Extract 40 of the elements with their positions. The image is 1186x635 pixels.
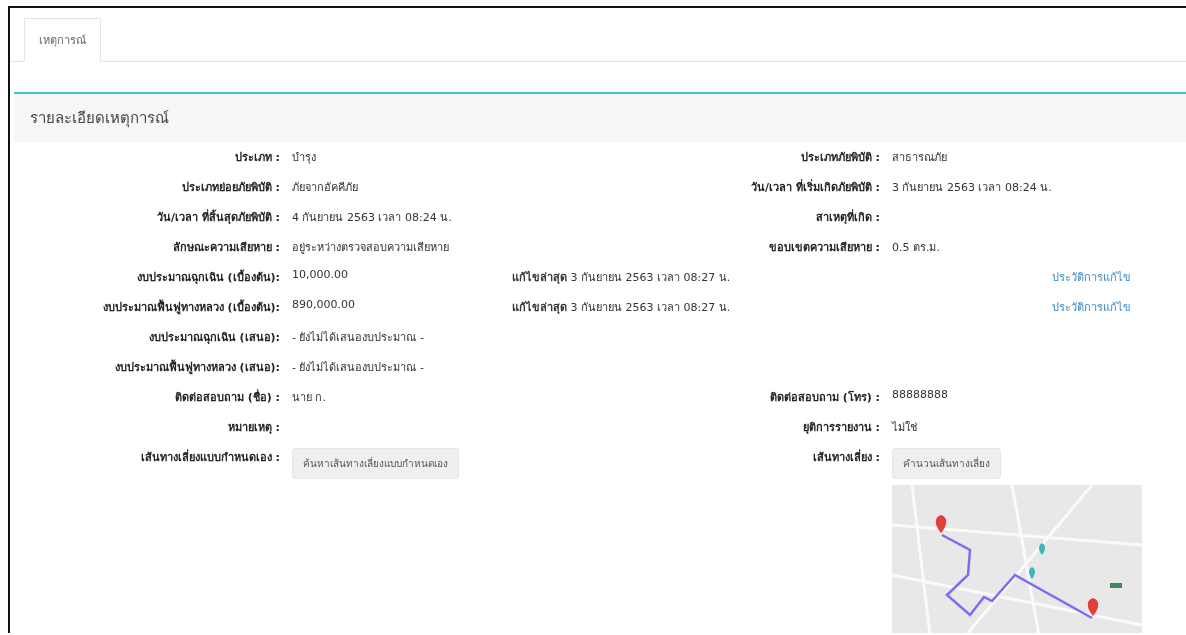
field-label: งบประมาณฉุกเฉิน (เบื้องต้น): <box>136 271 280 284</box>
field-value: ภัยจากอัคคีภัย <box>292 181 358 194</box>
field-value: ไม่ใช่ <box>892 421 917 434</box>
field-value: - ยังไม่ได้เสนองบประมาณ - <box>292 361 424 374</box>
field-value: บำรุง <box>292 151 316 164</box>
field-value: - ยังไม่ได้เสนองบประมาณ - <box>292 331 424 344</box>
calculate-route-button[interactable]: คำนวนเส้นทางเลี่ยง <box>892 448 1001 479</box>
field-label: เส้นทางเลี่ยง : <box>812 451 880 464</box>
field-label: ประเภท : <box>234 151 280 164</box>
field-label: งบประมาณฉุกเฉิน (เสนอ): <box>148 331 280 344</box>
panel-title: รายละเอียดเหตุการณ์ <box>30 109 169 127</box>
field-value: 3 กันยายน 2563 เวลา 08:24 น. <box>892 181 1052 194</box>
field-label: หมายเหตุ : <box>227 421 280 434</box>
last-edited-text: แก้ไขล่าสุด 3 กันยายน 2563 เวลา 08:27 น. <box>512 271 731 284</box>
field-value: 88888888 <box>892 388 948 401</box>
field-label: เส้นทางเลี่ยงแบบกำหนดเอง : <box>140 451 280 464</box>
field-label: ติดต่อสอบถาม (ชื่อ) : <box>174 391 280 404</box>
custom-route-button[interactable]: ค้นหาเส้นทางเลี่ยงแบบกำหนดเอง <box>292 448 459 479</box>
field-label: วัน/เวลา ที่เริ่มเกิดภัยพิบัติ : <box>750 181 880 194</box>
field-label: ลักษณะความเสียหาย : <box>172 241 280 254</box>
edit-history-link[interactable]: ประวัติการแก้ไข <box>1052 301 1131 314</box>
field-label: วัน/เวลา ที่สิ้นสุดภัยพิบัติ : <box>156 211 280 224</box>
field-value: สาธารณภัย <box>892 151 947 164</box>
field-label: สาเหตุที่เกิด : <box>815 211 880 224</box>
field-label: งบประมาณฟื้นฟูทางหลวง (เสนอ): <box>114 361 280 374</box>
field-label: ขอบเขตความเสียหาย : <box>768 241 880 254</box>
field-value: 10,000.00 <box>292 268 348 281</box>
field-label: ประเภทย่อยภัยพิบัติ : <box>181 181 280 194</box>
field-label: ติดต่อสอบถาม (โทร) : <box>769 391 880 404</box>
field-value: 0.5 ตร.ม. <box>892 241 940 254</box>
field-value: อยู่ระหว่างตรวจสอบความเสียหาย <box>292 241 449 254</box>
field-label: ประเภทภัยพิบัติ : <box>800 151 880 164</box>
field-label: ยุติการรายงาน : <box>802 421 880 434</box>
field-label: งบประมาณฟื้นฟูทางหลวง (เบื้องต้น): <box>102 301 280 314</box>
tab[interactable]: เหตุการณ์ <box>24 18 101 62</box>
edit-history-link[interactable]: ประวัติการแก้ไข <box>1052 271 1131 284</box>
field-value: 890,000.00 <box>292 298 355 311</box>
last-edited-text: แก้ไขล่าสุด 3 กันยายน 2563 เวลา 08:27 น. <box>512 301 731 314</box>
field-value: นาย ก. <box>292 391 326 404</box>
field-value: 4 กันยายน 2563 เวลา 08:24 น. <box>292 211 452 224</box>
